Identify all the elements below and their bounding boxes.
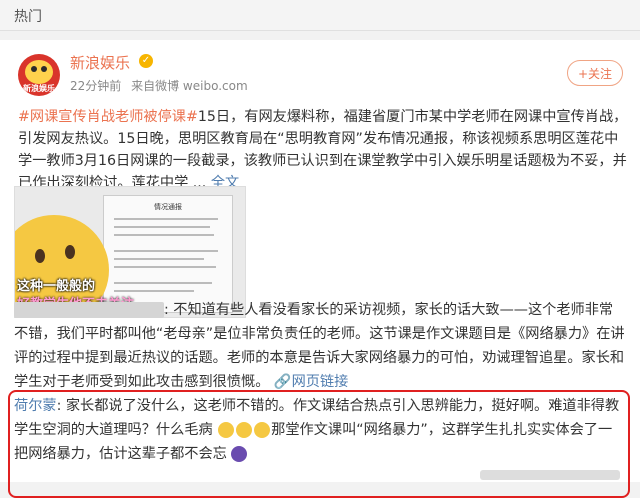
post-time: 22分钟前: [70, 79, 122, 93]
post-source: 来自微博 weibo.com: [131, 79, 248, 93]
weibo-post-card: 新浪娱乐 新浪娱乐 ✓ 22分钟前 来自微博 weibo.com +关注 #网课…: [0, 40, 640, 498]
comment-item: : 不知道有些人看没看家长的采访视频，家长的话大致——这个老师非常不错，我们平时…: [14, 298, 626, 394]
thumbnail-caption-1: 这种一般般的: [17, 279, 96, 294]
doc-line: [114, 226, 210, 228]
avatar-face-icon: [25, 60, 53, 84]
doc-line: [114, 258, 204, 260]
doc-title: 情况通报: [154, 203, 182, 211]
avatar-eye-left: [31, 66, 37, 72]
section-header: 热门: [0, 0, 640, 31]
doc-line: [114, 250, 218, 252]
section-title: 热门: [14, 9, 42, 25]
redacted-username: [14, 302, 164, 318]
follow-button[interactable]: +关注: [567, 60, 623, 86]
doc-line: [114, 282, 212, 284]
emoji-eye: [65, 245, 75, 259]
avatar[interactable]: 新浪娱乐: [18, 54, 60, 96]
doc-line: [114, 290, 194, 292]
blurred-footer: [480, 470, 620, 480]
hashtag-link[interactable]: #网课宣传肖战老师被停课#: [18, 109, 198, 125]
post-body: #网课宣传肖战老师被停课#15日，有网友爆料称，福建省厦门市某中学老师在网课中宣…: [18, 106, 628, 194]
emoji-eye: [35, 249, 45, 263]
doc-line: [114, 218, 218, 220]
avatar-eye-right: [41, 66, 47, 72]
verified-badge-icon: ✓: [139, 54, 153, 68]
avatar-logo-text: 新浪娱乐: [23, 84, 55, 93]
post-meta: 22分钟前 来自微博 weibo.com: [70, 77, 248, 94]
author-name[interactable]: 新浪娱乐: [70, 52, 130, 73]
doc-line: [114, 234, 214, 236]
web-link-label: 网页链接: [291, 374, 349, 390]
web-link[interactable]: 🔗网页链接: [274, 374, 348, 390]
doc-line: [114, 266, 216, 268]
